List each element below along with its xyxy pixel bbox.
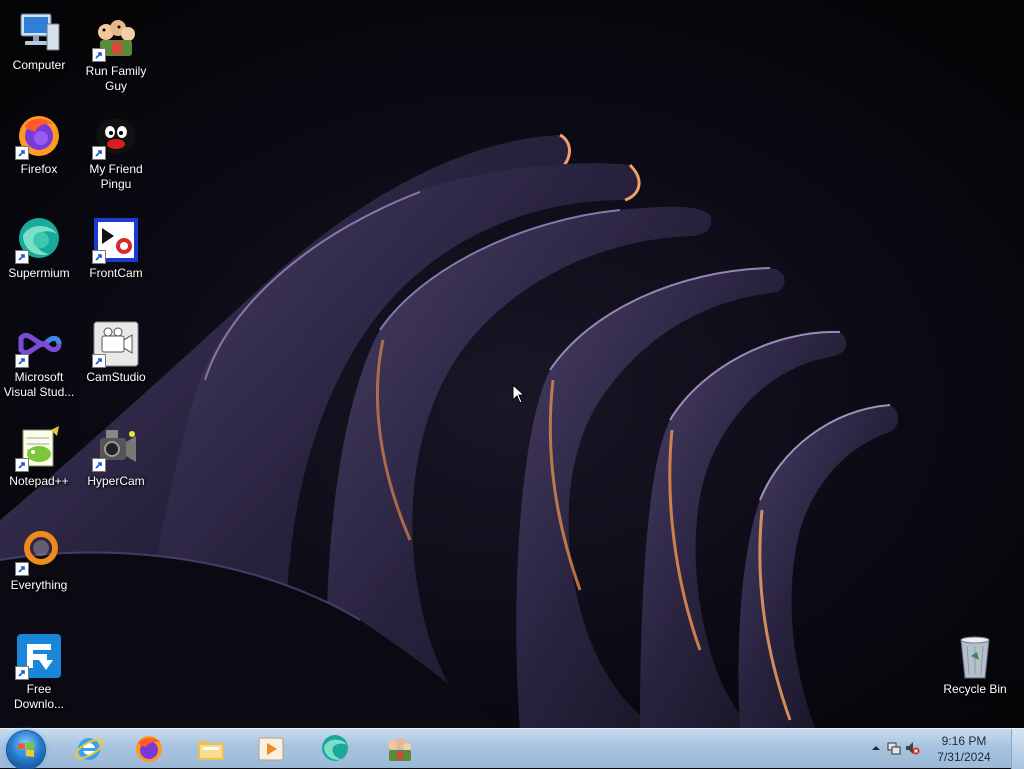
desktop-icon-label: Firefox [20, 162, 58, 176]
system-tray: 9:16 PM 7/31/2024 [864, 729, 1024, 769]
desktop-icon-recycle-bin[interactable]: Recycle Bin [936, 632, 1014, 697]
recycle-bin-icon [951, 632, 999, 680]
desktop-icon-label: Everything [10, 578, 68, 592]
shortcut-arrow-icon [92, 146, 106, 160]
shortcut-arrow-icon [92, 250, 106, 264]
internet-explorer-icon [74, 738, 104, 760]
family-guy-icon [388, 738, 411, 761]
desktop-icon-my-friend-pingu[interactable]: My Friend Pingu [77, 112, 155, 192]
desktop-icon-label: Supermium [8, 266, 70, 280]
desktop-icon-notepad-plus-plus[interactable]: Notepad++ [0, 424, 78, 489]
shortcut-arrow-icon [15, 458, 29, 472]
clock[interactable]: 9:16 PM 7/31/2024 [924, 733, 1004, 765]
clock-date: 7/31/2024 [937, 750, 991, 764]
taskbar-family-guy-button[interactable] [370, 731, 428, 767]
volume-tray-button[interactable] [904, 740, 920, 756]
desktop-icon-everything[interactable]: Everything [0, 528, 78, 593]
desktop-icon-label: Notepad++ [9, 474, 69, 488]
desktop-icon-free-download-manager[interactable]: Free Downlo... [0, 632, 78, 712]
media-player-icon [258, 737, 284, 761]
desktop-icon-camstudio[interactable]: CamStudio [77, 320, 155, 385]
shortcut-arrow-icon [15, 562, 29, 576]
camstudio-icon [92, 320, 140, 368]
pingu-icon [92, 112, 140, 160]
shortcut-arrow-icon [92, 48, 106, 62]
desktop-icon-label: HyperCam [87, 474, 145, 488]
taskbar-media-player-button[interactable] [242, 731, 300, 767]
desktop-icon-microsoft-visual-studio[interactable]: Microsoft Visual Stud... [0, 320, 78, 400]
desktop-icon-frontcam[interactable]: FrontCam [77, 216, 155, 281]
desktop-icon-firefox[interactable]: Firefox [0, 112, 78, 177]
mouse-pointer-icon [512, 384, 524, 404]
start-button[interactable] [7, 731, 45, 769]
desktop-icon-supermium[interactable]: Supermium [0, 216, 78, 281]
shortcut-arrow-icon [15, 146, 29, 160]
desktop-icon-label: Free Downlo... [13, 682, 65, 711]
free-download-manager-icon [15, 632, 63, 680]
chevron-up-icon [872, 746, 880, 750]
hypercam-icon [92, 424, 140, 472]
visual-studio-icon [15, 320, 63, 368]
volume-muted-icon [906, 742, 920, 755]
supermium-icon [322, 735, 348, 761]
desktop-icon-label: Run Family Guy [85, 64, 147, 93]
shortcut-arrow-icon [92, 458, 106, 472]
desktop-icon-label: Recycle Bin [943, 682, 1007, 696]
network-icon [887, 742, 901, 755]
show-desktop-button[interactable] [1011, 729, 1024, 769]
notepad-plus-plus-icon [15, 424, 63, 472]
taskbar-firefox-button[interactable] [120, 731, 178, 767]
taskbar-internet-explorer-button[interactable] [60, 731, 118, 767]
desktop-icon-label: CamStudio [86, 370, 146, 384]
firefox-icon [15, 112, 63, 160]
desktop-icon-hypercam[interactable]: HyperCam [77, 424, 155, 489]
shortcut-arrow-icon [92, 354, 106, 368]
family-guy-icon [92, 14, 140, 62]
desktop-icon-label: FrontCam [89, 266, 143, 280]
desktop-icon-label: Computer [12, 58, 66, 72]
clock-time: 9:16 PM [941, 734, 987, 748]
everything-icon [15, 528, 63, 576]
taskbar-supermium-button[interactable] [306, 731, 364, 767]
supermium-icon [15, 216, 63, 264]
desktop-icon-run-family-guy[interactable]: Run Family Guy [77, 14, 155, 94]
network-tray-button[interactable] [886, 740, 902, 756]
computer-icon [15, 8, 63, 56]
desktop-icon-label: Microsoft Visual Stud... [3, 370, 75, 399]
shortcut-arrow-icon [15, 354, 29, 368]
desktop-icon-label: My Friend Pingu [89, 162, 143, 191]
shortcut-arrow-icon [15, 250, 29, 264]
show-hidden-icons-button[interactable] [868, 740, 884, 756]
shortcut-arrow-icon [15, 666, 29, 680]
taskbar-file-explorer-button[interactable] [182, 731, 240, 767]
file-explorer-icon [198, 741, 224, 760]
desktop-icon-computer[interactable]: Computer [0, 8, 78, 73]
windows-start-orb-icon [18, 742, 34, 757]
firefox-icon [136, 736, 162, 762]
taskbar: 9:16 PM 7/31/2024 [0, 728, 1024, 769]
frontcam-icon [92, 216, 140, 264]
